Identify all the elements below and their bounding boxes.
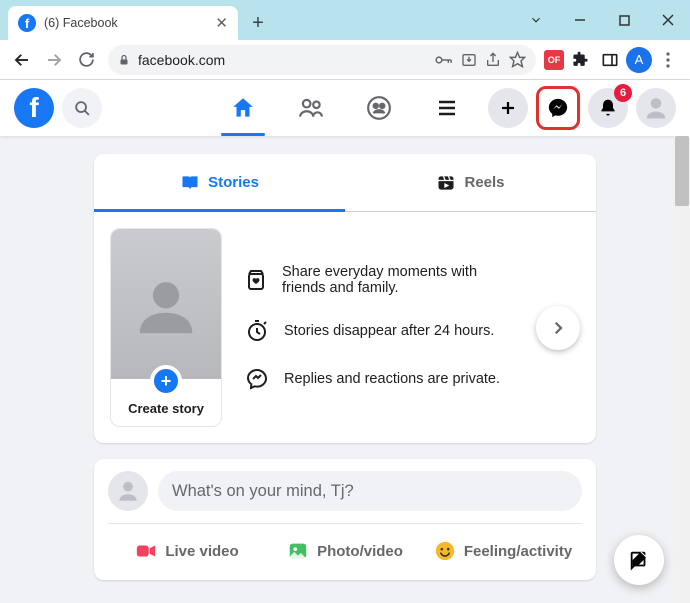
notifications-badge: 6 [614,84,632,102]
scrollbar[interactable] [674,136,690,603]
feeling-activity-button[interactable]: Feeling/activity [424,532,582,570]
facebook-favicon-icon: f [18,14,36,32]
story-hint: Replies and reactions are private. [244,366,514,392]
browser-profile-button[interactable]: A [626,47,652,73]
stories-card: Stories Reels + Create story Share every… [94,154,596,443]
kebab-menu-icon[interactable] [654,46,682,74]
address-bar[interactable]: facebook.com [108,45,536,75]
tab-reels[interactable]: Reels [345,154,596,211]
plus-icon: + [150,365,182,397]
book-icon [180,173,200,193]
url-text: facebook.com [138,52,225,68]
tab-close-icon[interactable]: ✕ [215,14,228,32]
window-titlebar: f (6) Facebook ✕ + [0,0,690,40]
composer-avatar[interactable] [108,471,148,511]
composer-input[interactable]: What's on your mind, Tj? [158,471,582,511]
story-avatar-placeholder [111,229,221,379]
facebook-header: f 6 [0,80,690,136]
scrollbar-thumb[interactable] [675,136,689,206]
photo-icon [287,540,309,562]
nav-home[interactable] [213,80,273,136]
tab-stories[interactable]: Stories [94,154,345,211]
back-button[interactable] [8,46,36,74]
reload-button[interactable] [72,46,100,74]
window-controls [514,0,690,40]
new-message-fab[interactable] [614,535,664,585]
clock-icon [244,318,270,344]
photo-video-button[interactable]: Photo/video [266,532,424,570]
bookmark-star-icon[interactable] [509,51,526,68]
window-minimize-button[interactable] [558,0,602,40]
share-icon[interactable] [485,52,501,68]
live-video-button[interactable]: Live video [108,532,266,570]
window-close-button[interactable] [646,0,690,40]
messenger-button[interactable] [536,86,580,130]
extension-badge-icon[interactable]: OF [544,50,564,70]
lock-icon [118,53,130,67]
facebook-logo-icon[interactable]: f [14,88,54,128]
create-button[interactable] [488,88,528,128]
feed-content: Stories Reels + Create story Share every… [0,136,690,580]
nav-groups[interactable] [349,80,409,136]
key-icon[interactable] [435,55,453,65]
account-avatar[interactable] [636,88,676,128]
photo-heart-icon [244,267,268,293]
forward-button[interactable] [40,46,68,74]
create-story-card[interactable]: + Create story [110,228,222,427]
install-app-icon[interactable] [461,52,477,68]
side-panel-icon[interactable] [596,46,624,74]
reels-icon [436,173,456,193]
chevron-down-icon[interactable] [514,0,558,40]
new-tab-button[interactable]: + [244,9,272,37]
story-hint: Stories disappear after 24 hours. [244,318,514,344]
extensions-icon[interactable] [566,46,594,74]
messenger-bolt-icon [244,366,270,392]
browser-tab[interactable]: f (6) Facebook ✕ [8,6,238,40]
browser-toolbar: facebook.com OF A [0,40,690,80]
video-camera-icon [135,540,157,562]
smile-icon [434,540,456,562]
composer-card: What's on your mind, Tj? Live video Phot… [94,459,596,580]
tab-title: (6) Facebook [44,16,207,30]
window-maximize-button[interactable] [602,0,646,40]
story-hint: Share everyday moments with friends and … [244,264,514,296]
stories-next-button[interactable] [536,306,580,350]
search-button[interactable] [62,88,102,128]
nav-menu[interactable] [417,80,477,136]
nav-friends[interactable] [281,80,341,136]
notifications-button[interactable]: 6 [588,88,628,128]
